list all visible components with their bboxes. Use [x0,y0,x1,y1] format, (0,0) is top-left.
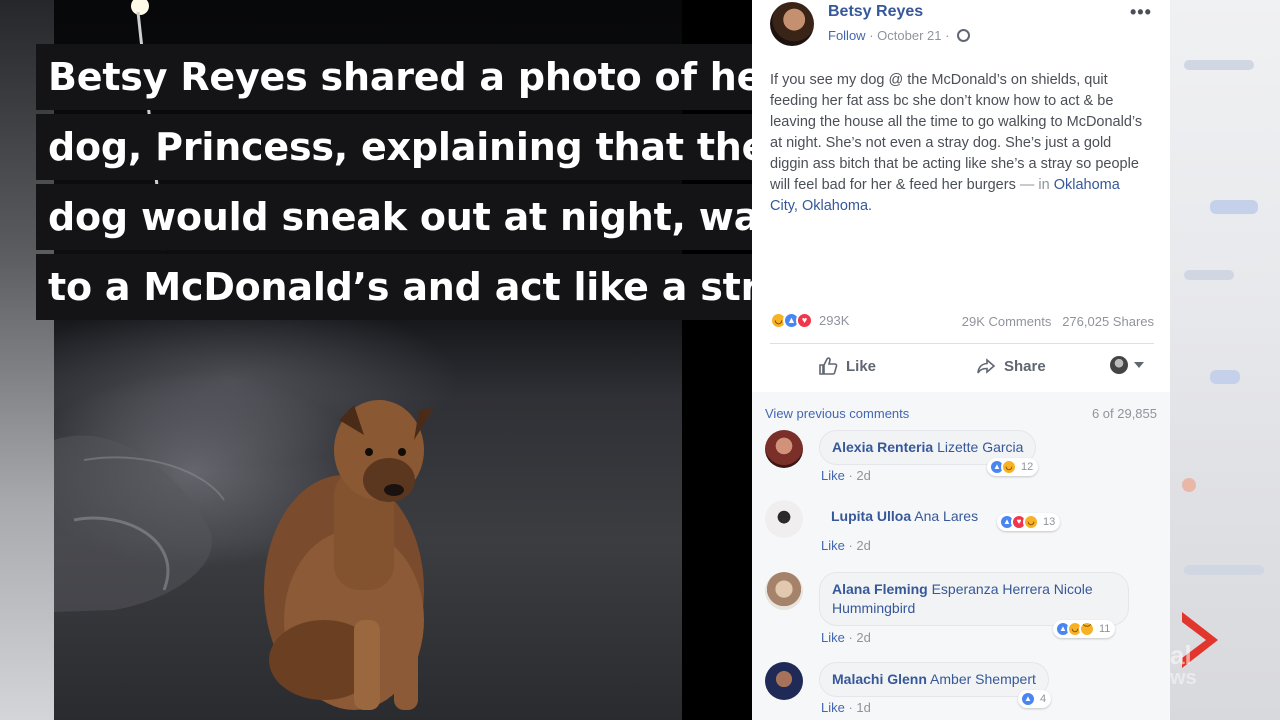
comment-reactions[interactable]: ▲ ◡ ︶ 11 [1053,620,1116,638]
comment-time[interactable]: 2d [856,468,870,483]
like-label: Like [846,357,877,375]
commenter-avatar[interactable] [765,430,803,468]
reaction-count: 293K [819,313,850,328]
news-caption: Betsy Reyes shared a photo of her dog, P… [36,44,831,324]
svg-text:ws: ws [1170,667,1197,689]
sad-reaction-icon: ︶ [1079,621,1095,637]
comment-meta: Like · 2d [821,468,871,483]
facebook-post: Betsy Reyes Follow · October 21 · ••• If… [752,0,1170,720]
view-previous-comments-link[interactable]: View previous comments [765,406,909,421]
commenter-name[interactable]: Alana Fleming [832,581,928,597]
comment-reactions[interactable]: ▲ 4 [1018,690,1052,708]
post-actions: Like Share [770,350,1154,382]
comments-count[interactable]: 29K Comments [962,314,1052,329]
comment-reaction-count: 13 [1043,516,1056,528]
thumbs-up-icon [819,357,838,375]
viewer-avatar [1110,356,1128,374]
love-reaction-icon: ♥ [796,312,813,329]
follow-link[interactable]: Follow [828,28,866,43]
post-text: If you see my dog @ the McDonald’s on sh… [770,70,1150,217]
globe-icon [957,29,971,42]
comment-bubble: Malachi Glenn Amber Shempert [819,662,1049,697]
reactions-summary[interactable]: ◡ ▲ ♥ 293K [770,312,849,329]
post-date[interactable]: October 21 [877,28,941,43]
comment-reaction-count: 12 [1021,461,1034,473]
global-news-logo: al ws [1169,600,1230,690]
comments-shares-summary: 29K Comments 276,025 Shares [962,314,1154,329]
post-body: If you see my dog @ the McDonald’s on sh… [770,72,1143,193]
shares-count[interactable]: 276,025 Shares [1062,314,1154,329]
share-label: Share [1004,357,1046,375]
comment-meta: Like · 2d [821,538,871,553]
comment-time[interactable]: 2d [856,630,870,645]
comment-reaction-count: 4 [1040,693,1047,705]
commenter-avatar[interactable] [765,662,803,700]
comment-reactions[interactable]: ▲ ◡ 12 [987,458,1039,476]
haha-reaction-icon: ◡ [1001,459,1017,475]
comment-time[interactable]: 1d [856,700,870,715]
caption-line-4: to a McDonald’s and act like a stray. [36,254,831,320]
commenter-name[interactable]: Malachi Glenn [832,671,927,687]
author-name[interactable]: Betsy Reyes [828,3,923,21]
comment-like-link[interactable]: Like [821,700,845,715]
comment-bubble: Lupita Ulloa Ana Lares [819,500,990,533]
stats-divider [770,343,1154,344]
comments-section: View previous comments 6 of 29,855 Alexi… [752,392,1170,720]
svg-text:al: al [1170,640,1192,670]
comment-text[interactable]: Lizette Garcia [937,439,1023,455]
like-reaction-icon: ▲ [1020,691,1036,707]
comment-reactions[interactable]: ▲ ♥ ◡ 13 [997,513,1061,531]
commenter-name[interactable]: Lupita Ulloa [831,508,911,524]
comment-reaction-count: 11 [1099,623,1111,635]
post-as-selector[interactable] [1110,356,1144,374]
comment-item: Lupita Ulloa Ana Lares ▲ ♥ ◡ 13 Like · 2… [765,500,1165,560]
comment-time[interactable]: 2d [856,538,870,553]
commenter-name[interactable]: Alexia Renteria [832,439,933,455]
author-avatar[interactable] [770,2,814,46]
post-stats: ◡ ▲ ♥ 293K 29K Comments 276,025 Shares [770,312,1154,332]
location-prefix: — in [1015,177,1054,193]
comment-bubble: Alana Fleming Esperanza Herrera Nicole H… [819,572,1129,626]
comments-page-count: 6 of 29,855 [1091,406,1157,421]
caption-line-3: dog would sneak out at night, walk [36,184,810,250]
comment-item: Alexia Renteria Lizette Garcia ▲ ◡ 12 Li… [765,430,1165,490]
comment-item: Alana Fleming Esperanza Herrera Nicole H… [765,572,1165,652]
post-meta: Follow · October 21 · [828,28,971,43]
comment-item: Malachi Glenn Amber Shempert ▲ 4 Like · … [765,662,1165,720]
caption-line-1: Betsy Reyes shared a photo of her [36,44,793,110]
comment-like-link[interactable]: Like [821,468,845,483]
commenter-avatar[interactable] [765,572,803,610]
caption-line-2: dog, Princess, explaining that the [36,114,780,180]
comment-text[interactable]: Ana Lares [914,508,978,524]
share-arrow-icon [977,358,996,374]
comment-meta: Like · 1d [821,700,871,715]
commenter-avatar[interactable] [765,500,803,538]
share-button[interactable]: Share [976,356,1046,376]
haha-reaction-icon: ◡ [1023,514,1039,530]
dog-figure [264,400,434,710]
comment-like-link[interactable]: Like [821,538,845,553]
comment-like-link[interactable]: Like [821,630,845,645]
chevron-down-icon [1134,362,1144,368]
like-button[interactable]: Like [818,356,876,376]
more-options-icon[interactable]: ••• [1130,2,1152,23]
comment-text[interactable]: Amber Shempert [930,671,1036,687]
comment-meta: Like · 2d [821,630,871,645]
